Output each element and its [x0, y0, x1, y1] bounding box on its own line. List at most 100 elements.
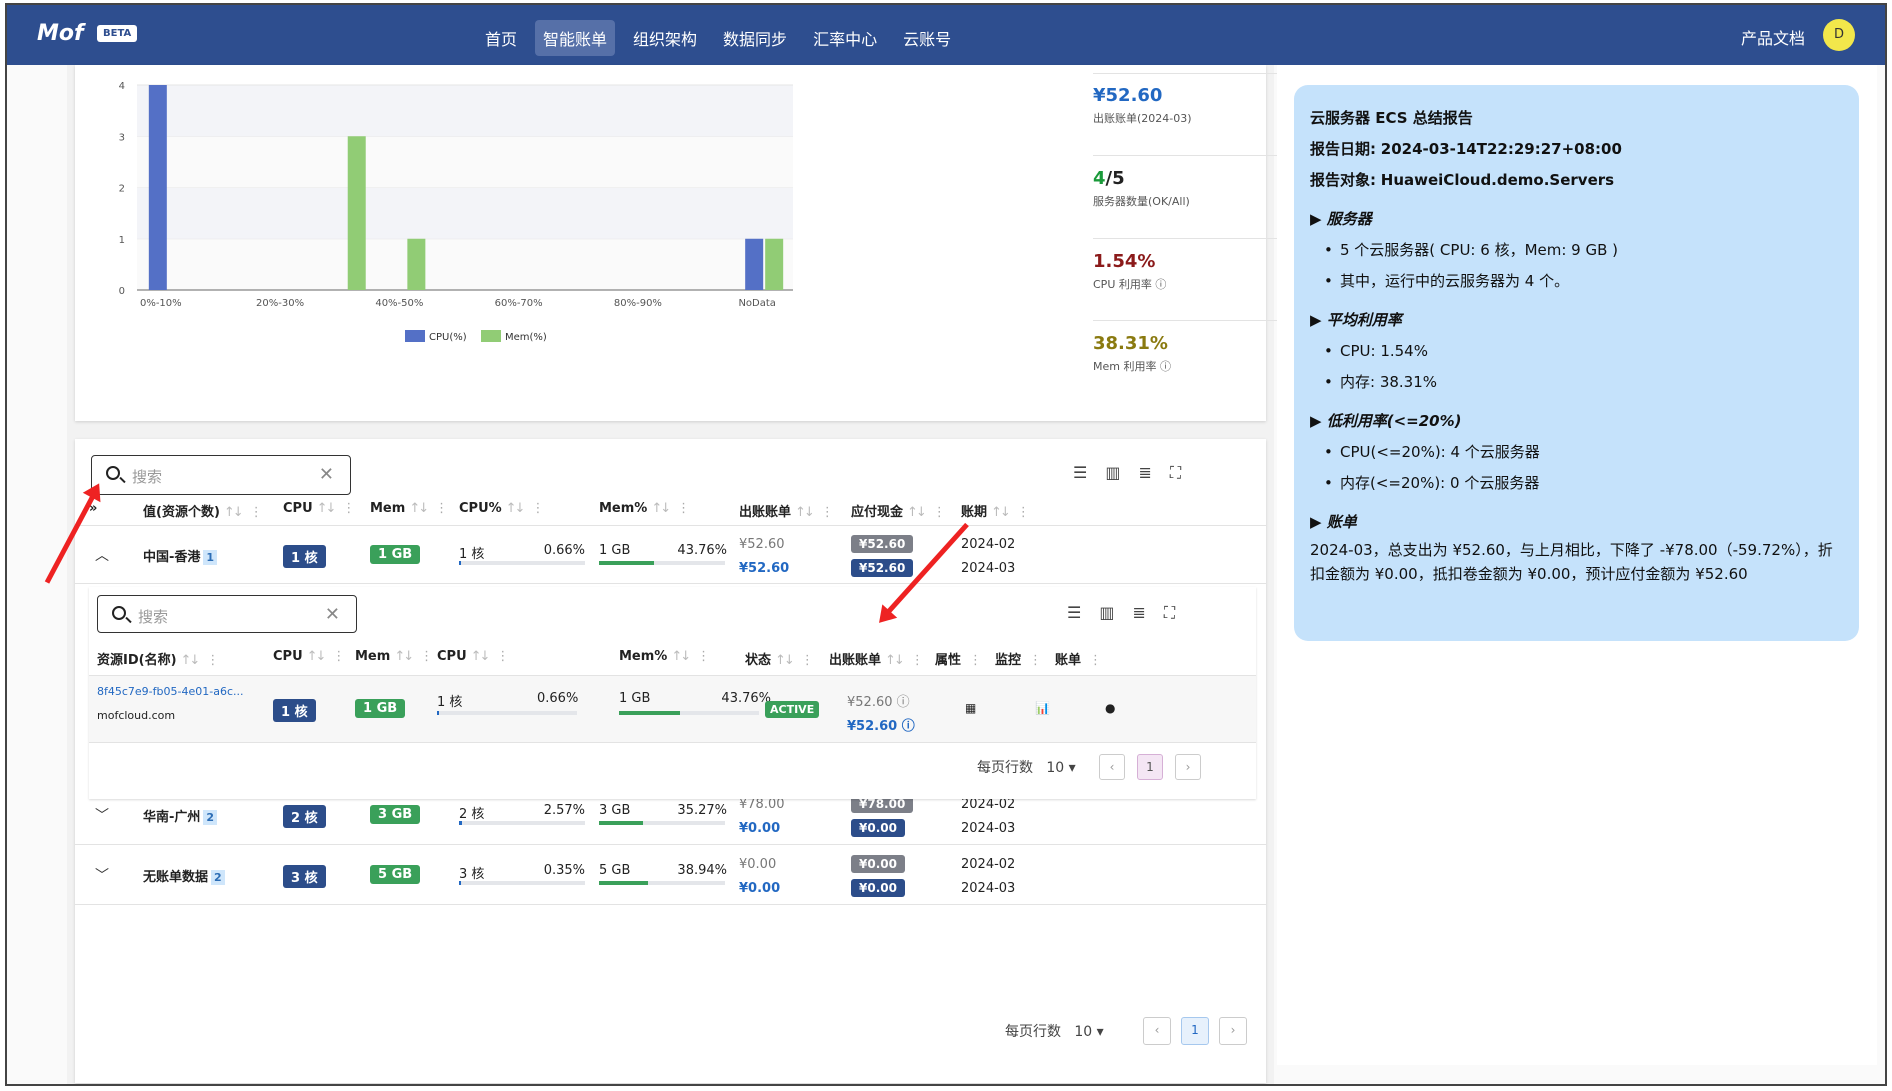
product-docs-link[interactable]: 产品文档: [1741, 25, 1805, 49]
density-icon[interactable]: ≣: [1138, 463, 1151, 482]
col-header-0[interactable]: 值(资源个数) ↑↓ ⋮: [143, 501, 263, 520]
search-icon: [112, 606, 126, 620]
region-name: 中国-香港 1: [143, 546, 218, 565]
mem-util-text: 1 GB: [599, 543, 631, 558]
col-header-1[interactable]: CPU ↑↓ ⋮: [283, 501, 355, 516]
bar-cpu-10: [745, 238, 764, 290]
inner-col-header-6[interactable]: 出账账单 ↑↓ ⋮: [829, 649, 924, 668]
filter-icon[interactable]: ☰: [1073, 463, 1087, 482]
columns-icon[interactable]: ▥: [1099, 603, 1114, 622]
cpu-util-bar: [459, 821, 585, 825]
density-icon[interactable]: ≣: [1132, 603, 1145, 622]
inner-next-page-button[interactable]: ›: [1175, 754, 1201, 780]
cpu-util-bar: [459, 881, 585, 885]
cpu-util-text: 3 核: [459, 867, 485, 882]
cpu-util-pct: 0.66%: [537, 691, 579, 706]
inner-rows-per-page-select[interactable]: 10: [1046, 760, 1064, 776]
attributes-icon[interactable]: ▦: [965, 701, 976, 715]
inner-col-header-4[interactable]: Mem% ↑↓ ⋮: [619, 649, 710, 664]
inner-col-header-3[interactable]: CPU ↑↓ ⋮: [437, 649, 509, 664]
nav-cloud-account[interactable]: 云账号: [895, 20, 959, 56]
collapse-icon[interactable]: ︿: [95, 545, 109, 565]
grid-band: [137, 187, 793, 239]
row-divider: [75, 844, 1266, 845]
cpu-badge: 1 核: [283, 545, 326, 568]
outer-rows-per-page-select[interactable]: 10: [1074, 1024, 1092, 1040]
monitor-chart-icon[interactable]: 📊: [1035, 701, 1050, 715]
stat-cpu-label: CPU 利用率 ⓘ: [1093, 278, 1167, 291]
clear-icon[interactable]: ✕: [325, 604, 340, 625]
expanded-subtable: 搜索 ✕ ☰ ▥ ≣ ⛶ 资源ID(名称) ↑↓ ⋮ CPU ↑↓ ⋮ Mem ↑↓ ⋮ CPU ↑↓ ⋮ M…: [89, 587, 1256, 799]
mem-util-text: 1 GB: [619, 691, 651, 706]
inner-col-header-9[interactable]: 账单 ⋮: [1055, 649, 1102, 668]
inner-col-header-1[interactable]: CPU ↑↓ ⋮: [273, 649, 345, 664]
period-prev: 2024-02: [961, 537, 1016, 552]
inner-col-header-5[interactable]: 状态 ↑↓ ⋮: [745, 649, 814, 668]
period-prev: 2024-02: [961, 857, 1016, 872]
inner-page-button[interactable]: 1: [1137, 754, 1163, 780]
cpu-badge: 1 核: [273, 699, 316, 722]
main-nav: 首页 智能账单 组织架构 数据同步 汇率中心 云账号: [477, 20, 959, 56]
col-header-3[interactable]: CPU% ↑↓ ⋮: [459, 501, 544, 516]
bill-coin-icon[interactable]: ●: [1105, 701, 1115, 715]
mem-util-bar: [619, 711, 759, 715]
left-column: 0 1 2 3 4 0%-10% 20%-30% 40%-50% 60%-70% 80%-90% N…: [67, 65, 1303, 1084]
inner-prev-page-button[interactable]: ‹: [1099, 754, 1125, 780]
nav-home[interactable]: 首页: [477, 20, 525, 56]
inner-search-input[interactable]: 搜索 ✕: [97, 595, 357, 633]
status-badge: ACTIVE: [765, 701, 820, 718]
stat-servers-label: 服务器数量(OK/All): [1093, 195, 1190, 208]
outer-next-page-button[interactable]: ›: [1219, 1017, 1247, 1045]
cpu-util-bar: [437, 711, 577, 715]
outer-pagination-label: 每页行数 10 ▾: [1005, 1024, 1104, 1040]
cpu-util-bar: [459, 561, 585, 565]
stat-mem-value: 38.31%: [1093, 333, 1168, 354]
cash-prev-badge: ¥52.60: [851, 535, 914, 553]
inner-col-header-8[interactable]: 监控 ⋮: [995, 649, 1042, 668]
nav-data-sync[interactable]: 数据同步: [715, 20, 795, 56]
low-mem-line: 内存(<=20%): 0 个云服务器: [1310, 468, 1843, 499]
report-target: 报告对象: HuaweiCloud.demo.Servers: [1310, 171, 1615, 189]
filter-icon[interactable]: ☰: [1067, 603, 1081, 622]
expand-icon[interactable]: ﹀: [95, 805, 109, 825]
cpu-util-text: 1 核: [459, 547, 485, 562]
col-header-6[interactable]: 应付现金 ↑↓ ⋮: [851, 501, 946, 520]
outer-prev-page-button[interactable]: ‹: [1143, 1017, 1171, 1045]
nav-smart-bill[interactable]: 智能账单: [535, 20, 616, 56]
search-icon: [106, 466, 120, 480]
fullscreen-icon[interactable]: ⛶: [1170, 463, 1181, 483]
period-current: 2024-03: [961, 561, 1016, 576]
nav-org[interactable]: 组织架构: [625, 20, 705, 56]
bar-mem-3: [347, 136, 366, 290]
user-avatar[interactable]: D: [1823, 19, 1855, 51]
nav-exchange-rate[interactable]: 汇率中心: [805, 20, 885, 56]
col-header-2[interactable]: Mem ↑↓ ⋮: [370, 501, 448, 516]
bill-current: ¥0.00: [739, 881, 781, 896]
col-header-4[interactable]: Mem% ↑↓ ⋮: [599, 501, 690, 516]
outer-page-button[interactable]: 1: [1181, 1017, 1209, 1045]
x-tick-label: 80%-90%: [614, 298, 662, 309]
cpu-util-pct: 2.57%: [543, 803, 585, 818]
clear-icon[interactable]: ✕: [319, 464, 334, 485]
report-panel: 云服务器 ECS 总结报告 报告日期: 2024-03-14T22:29:27+…: [1277, 65, 1877, 1065]
inner-col-header-0[interactable]: 资源ID(名称) ↑↓ ⋮: [97, 649, 219, 668]
columns-icon[interactable]: ▥: [1105, 463, 1120, 482]
stat-mem-label: Mem 利用率 ⓘ: [1093, 360, 1171, 373]
row-divider: [75, 583, 1266, 584]
search-placeholder: 搜索: [132, 468, 163, 486]
chart-card: 0 1 2 3 4 0%-10% 20%-30% 40%-50% 60%-70% 80%-90% N…: [75, 65, 1303, 421]
stat-bill-label: 出账账单(2024-03): [1093, 112, 1192, 125]
mem-util-pct: 43.76%: [721, 691, 771, 706]
col-header-7[interactable]: 账期 ↑↓ ⋮: [961, 501, 1030, 520]
outer-search-input[interactable]: 搜索 ✕: [91, 455, 351, 495]
inner-col-header-7[interactable]: 属性 ⋮: [935, 649, 982, 668]
resource-id-link[interactable]: 8f45c7e9-fb05-4e01-a6c...: [97, 685, 243, 698]
col-header-5[interactable]: 出账账单 ↑↓ ⋮: [739, 501, 834, 520]
cpu-util-text: 1 核: [437, 695, 463, 710]
inner-col-header-2[interactable]: Mem ↑↓ ⋮: [355, 649, 433, 664]
bill-prev: ¥52.60 ⓘ: [847, 695, 910, 710]
expand-icon[interactable]: ﹀: [95, 865, 109, 885]
legend-label: Mem(%): [505, 332, 547, 343]
fullscreen-icon[interactable]: ⛶: [1164, 603, 1175, 623]
utilization-bar-chart: 0 1 2 3 4 0%-10% 20%-30% 40%-50% 60%-70% 80%-90% N…: [119, 81, 793, 343]
